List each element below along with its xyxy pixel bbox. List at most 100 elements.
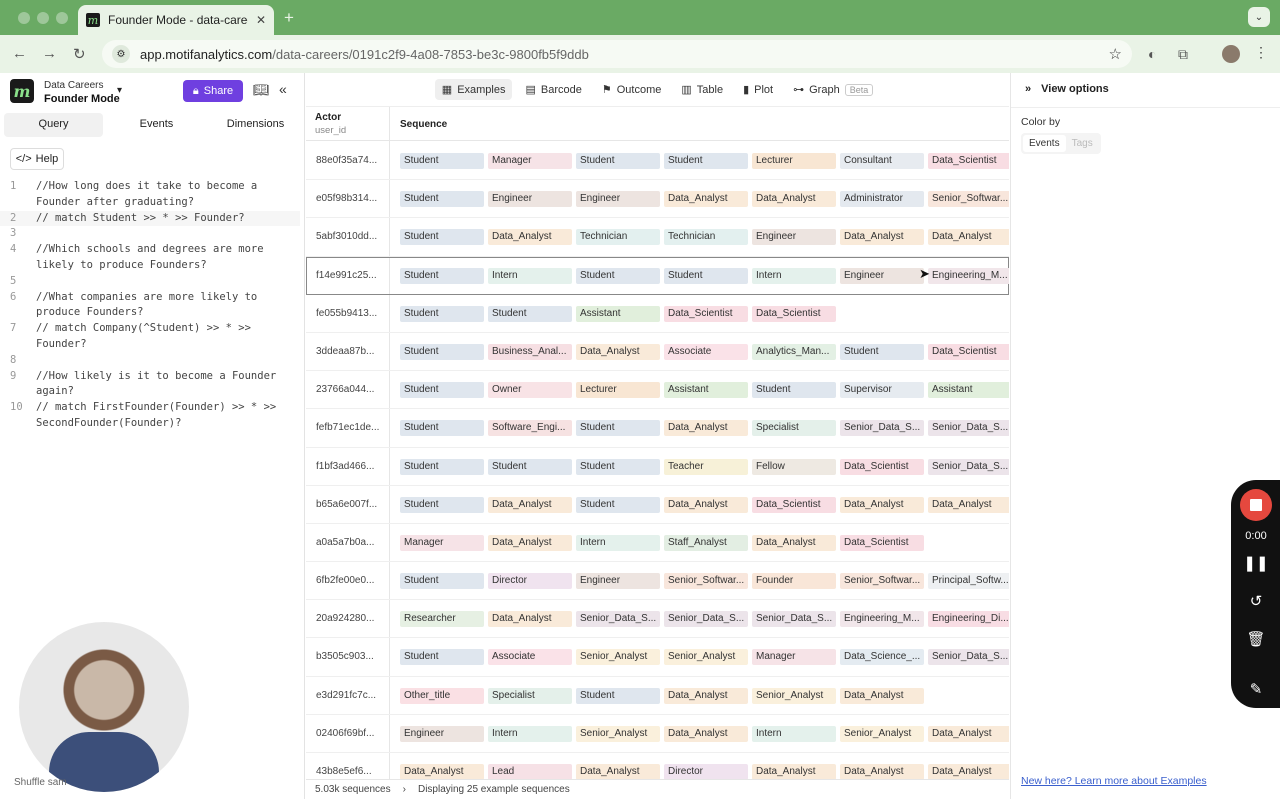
event-chip[interactable]: Teacher	[664, 458, 748, 475]
table-row[interactable]: 6fb2fe00e0... Student Director Engineer Seni…	[306, 562, 1009, 601]
event-chip[interactable]: Analytics_Man...	[752, 343, 836, 360]
event-chip[interactable]: Senior_Analyst	[752, 687, 836, 704]
event-chip[interactable]: Data_Analyst	[576, 343, 660, 360]
event-chip[interactable]: Data_Analyst	[488, 229, 572, 246]
tab-events[interactable]: Events	[107, 113, 206, 137]
event-chip[interactable]: Lead	[488, 764, 572, 780]
event-chip[interactable]: Manager	[488, 153, 572, 169]
tab-examples[interactable]: ▦ Examples	[434, 79, 513, 100]
event-chip[interactable]: Data_Analyst	[664, 725, 748, 742]
event-chip[interactable]: Data_Analyst	[752, 764, 836, 780]
trash-icon[interactable]: 🗑︎	[1231, 630, 1280, 648]
event-chip[interactable]: Technician	[576, 229, 660, 246]
table-row[interactable]: 88e0f35a74... Student Manager Student Studen…	[306, 142, 1009, 181]
code-line[interactable]: 3	[0, 226, 300, 242]
event-chip[interactable]: Senior_Data_S...	[752, 611, 836, 628]
event-chip[interactable]: Student	[400, 229, 484, 246]
event-chip[interactable]: Data_Analyst	[928, 496, 1009, 513]
collapse-sidebar-icon[interactable]: «	[279, 81, 287, 97]
event-chip[interactable]: Engineer	[488, 191, 572, 208]
event-chip[interactable]: Student	[576, 153, 660, 169]
tab-table[interactable]: ▥ Table	[674, 79, 730, 100]
event-chip[interactable]: Assistant	[664, 382, 748, 399]
event-chip[interactable]: Lecturer	[576, 382, 660, 399]
table-row[interactable]: f14e991c25... Student Intern Student Student…	[306, 256, 1009, 295]
event-chip[interactable]: Data_Analyst	[928, 229, 1009, 246]
event-chip[interactable]: Other_title	[400, 687, 484, 704]
bookmark-star-icon[interactable]: ☆	[1109, 45, 1122, 63]
window-minimize-button[interactable]	[37, 12, 49, 24]
event-chip[interactable]: Data_Analyst	[840, 496, 924, 513]
event-chip[interactable]: Senior_Data_S...	[664, 611, 748, 628]
event-chip[interactable]: Consultant	[840, 153, 924, 169]
event-chip[interactable]: Data_Analyst	[576, 764, 660, 780]
event-chip[interactable]: Student	[400, 153, 484, 169]
event-chip[interactable]: Senior_Data_S...	[840, 420, 924, 437]
event-chip[interactable]: Data_Analyst	[400, 764, 484, 780]
event-chip[interactable]: Lecturer	[752, 153, 836, 169]
table-row[interactable]: 20a924280... Researcher Data_Analyst Senior…	[306, 600, 1009, 639]
event-chip[interactable]: Data_Scientist	[664, 305, 748, 322]
event-chip[interactable]: Engineering_Di...	[928, 611, 1009, 628]
event-chip[interactable]: Engineer	[752, 229, 836, 246]
event-chip[interactable]: Data_Scientist	[752, 305, 836, 322]
event-chip[interactable]: Engineer	[400, 725, 484, 742]
event-chip[interactable]: Data_Analyst	[664, 687, 748, 704]
table-row[interactable]: 23766a044... Student Owner Lecturer Assistan…	[306, 371, 1009, 410]
event-chip[interactable]: Data_Analyst	[664, 496, 748, 513]
event-chip[interactable]: Engineering_M...	[840, 611, 924, 628]
color-by-tags[interactable]: Tags	[1066, 135, 1099, 152]
event-chip[interactable]: Senior_Analyst	[664, 649, 748, 666]
event-chip[interactable]: Data_Scientist	[840, 458, 924, 475]
event-chip[interactable]: Student	[576, 420, 660, 437]
event-chip[interactable]: Student	[400, 267, 484, 284]
event-chip[interactable]: Data_Analyst	[928, 725, 1009, 742]
chevron-down-icon[interactable]: ▾	[117, 85, 122, 96]
event-chip[interactable]: Student	[400, 649, 484, 666]
event-chip[interactable]: Manager	[400, 534, 484, 551]
event-chip[interactable]: Intern	[488, 267, 572, 284]
tab-outcome[interactable]: ⚑ Outcome	[595, 79, 669, 100]
event-chip[interactable]: Data_Analyst	[840, 764, 924, 780]
event-chip[interactable]: Associate	[488, 649, 572, 666]
event-chip[interactable]: Staff_Analyst	[664, 534, 748, 551]
event-chip[interactable]: Data_Scientist	[752, 496, 836, 513]
tab-query[interactable]: Query	[4, 113, 103, 137]
event-chip[interactable]: Principal_Softw...	[928, 573, 1009, 590]
event-chip[interactable]: Senior_Softwar...	[664, 573, 748, 590]
event-chip[interactable]: Researcher	[400, 611, 484, 628]
tab-dimensions[interactable]: Dimensions	[206, 113, 305, 137]
reload-icon[interactable]: ↻	[73, 45, 86, 63]
event-chip[interactable]: Senior_Data_S...	[928, 420, 1009, 437]
profile-avatar[interactable]	[1222, 45, 1240, 63]
event-chip[interactable]: Business_Anal...	[488, 343, 572, 360]
column-header-actor[interactable]: Actor	[315, 112, 341, 123]
event-chip[interactable]: Student	[664, 267, 748, 284]
event-chip[interactable]: Student	[400, 191, 484, 208]
event-chip[interactable]: Senior_Softwar...	[840, 573, 924, 590]
code-line[interactable]: 1 //How long does it take to become a Fou…	[0, 179, 300, 211]
window-maximize-button[interactable]	[56, 12, 68, 24]
window-close-button[interactable]	[18, 12, 30, 24]
motif-logo[interactable]: m	[10, 79, 34, 103]
event-chip[interactable]: Data_Analyst	[752, 534, 836, 551]
book-icon[interactable]: 📖︎	[253, 82, 270, 98]
table-row[interactable]: f1bf3ad466... Student Student Student Teache…	[306, 448, 1009, 486]
shuffle-samples-button[interactable]: Shuffle sam	[14, 777, 67, 788]
event-chip[interactable]: Software_Engi...	[488, 420, 572, 437]
share-button[interactable]: 🔒︎ Share	[183, 80, 243, 102]
event-chip[interactable]: Senior_Softwar...	[928, 191, 1009, 208]
code-line[interactable]: 10 // match FirstFounder(Founder) >> * >>…	[0, 400, 300, 432]
event-chip[interactable]: Owner	[488, 382, 572, 399]
site-settings-icon[interactable]: ⚙	[112, 45, 130, 63]
event-chip[interactable]: Supervisor	[840, 382, 924, 399]
event-chip[interactable]: Senior_Analyst	[576, 649, 660, 666]
event-chip[interactable]: Student	[840, 343, 924, 360]
event-chip[interactable]: Director	[664, 764, 748, 780]
help-button[interactable]: </> Help	[10, 148, 64, 170]
table-row[interactable]: e3d291fc7c... Other_title Specialist Studen…	[306, 677, 1009, 715]
event-chip[interactable]: Data_Analyst	[664, 420, 748, 437]
event-chip[interactable]: Data_Analyst	[664, 191, 748, 208]
code-line[interactable]: 2 // match Student >> * >> Founder?	[0, 210, 300, 227]
event-chip[interactable]: Student	[400, 305, 484, 322]
